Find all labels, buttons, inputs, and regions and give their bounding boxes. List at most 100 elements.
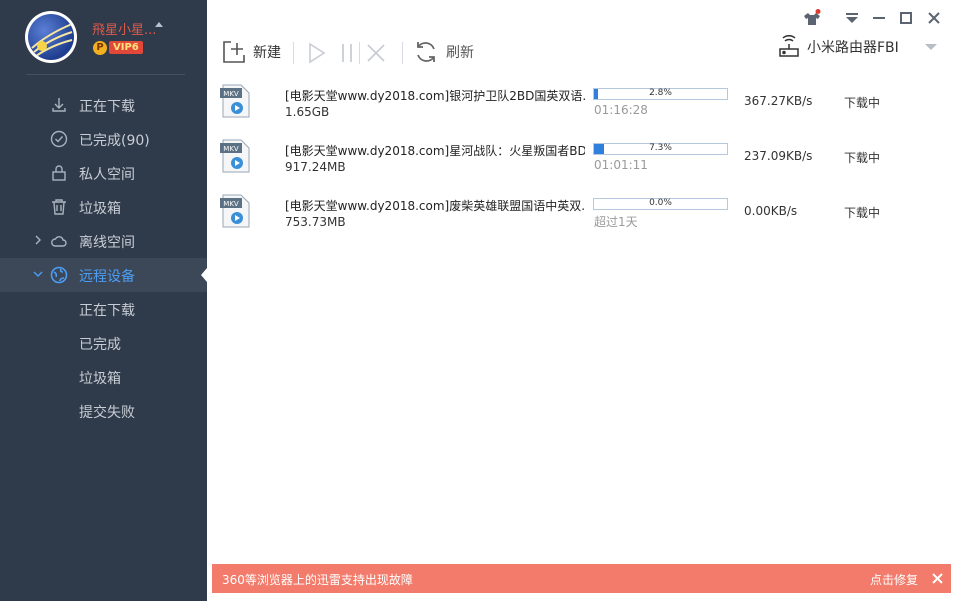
sidebar-item-label: 已完成(90)	[79, 133, 150, 149]
avatar[interactable]	[25, 11, 77, 63]
progress-bar: 7.3%	[593, 143, 728, 155]
close-icon	[928, 12, 940, 24]
skin-button[interactable]	[803, 9, 821, 27]
download-row[interactable]: MKV [电影天堂www.dy2018.com]星河战队：火星叛国者BD... …	[207, 129, 955, 184]
check-circle-icon	[50, 130, 68, 148]
remote-subitem-label: 正在下载	[79, 303, 135, 319]
toolbar-divider	[359, 42, 360, 64]
file-name: [电影天堂www.dy2018.com]废柴英雄联盟国语中英双...	[285, 199, 585, 213]
progress-bar: 2.8%	[593, 88, 728, 100]
file-size: 917.24MB	[285, 160, 346, 174]
trash-icon	[52, 199, 66, 215]
sidebar-item-remote-devices[interactable]: 远程设备	[0, 258, 207, 292]
user-profile: 飛星小星... P VIP6	[0, 0, 207, 74]
sidebar: 飛星小星... P VIP6 正在下载 已完成(90) 私人空间 垃圾箱 离线空…	[0, 0, 207, 601]
shirt-icon	[804, 9, 821, 25]
file-size: 1.65GB	[285, 105, 330, 119]
toolbar-divider	[293, 42, 294, 64]
start-button[interactable]	[307, 42, 327, 64]
pause-icon	[342, 44, 352, 62]
cloud-icon	[51, 236, 67, 247]
sidebar-item-private-space[interactable]: 私人空间	[0, 156, 207, 190]
delete-x-icon	[367, 44, 385, 62]
download-speed: 367.27KB/s	[744, 94, 813, 108]
mkv-file-icon: MKV	[220, 139, 250, 173]
lock-icon	[52, 165, 66, 181]
download-speed: 0.00KB/s	[744, 204, 798, 218]
vip-level: VIP6	[109, 41, 143, 54]
minimize-button[interactable]	[870, 9, 888, 27]
device-dropdown-icon[interactable]	[925, 44, 937, 50]
remote-subitem-label: 已完成	[79, 337, 121, 353]
download-icon	[52, 98, 66, 112]
toolbar: 新建 刷新 小米路由器FBI	[207, 0, 955, 74]
notification-message: 360等浏览器上的迅雷支持出现故障	[222, 573, 413, 587]
mkv-file-icon: MKV	[220, 194, 250, 228]
toolbar-divider	[402, 42, 403, 64]
play-icon	[309, 42, 326, 64]
new-task-icon	[223, 41, 245, 63]
progress-text: 0.0%	[649, 198, 672, 208]
sidebar-item-label: 私人空间	[79, 167, 135, 183]
new-task-label: 新建	[253, 45, 281, 61]
refresh-label: 刷新	[446, 45, 474, 61]
close-icon[interactable]	[931, 572, 944, 585]
active-pointer	[201, 268, 207, 282]
device-name: 小米路由器FBI	[807, 40, 899, 56]
download-speed: 237.09KB/s	[744, 149, 813, 163]
notification-banner: 360等浏览器上的迅雷支持出现故障 点击修复	[212, 564, 951, 593]
download-status: 下载中	[844, 96, 881, 110]
download-status: 下载中	[844, 151, 881, 165]
menu-down-icon	[846, 13, 858, 23]
time-remaining: 超过1天	[594, 215, 638, 229]
download-row[interactable]: MKV [电影天堂www.dy2018.com]银河护卫队2BD国英双语... …	[207, 74, 955, 129]
divider	[26, 74, 185, 75]
file-name: [电影天堂www.dy2018.com]星河战队：火星叛国者BD...	[285, 144, 585, 158]
svg-text:MKV: MKV	[223, 145, 239, 153]
fix-link[interactable]: 点击修复	[870, 571, 918, 588]
progress-bar: 0.0%	[593, 198, 728, 210]
refresh-button[interactable]: 刷新	[414, 40, 474, 64]
sidebar-item-downloading[interactable]: 正在下载	[0, 88, 207, 122]
progress-text: 7.3%	[649, 143, 672, 153]
maximize-button[interactable]	[897, 9, 915, 27]
sidebar-item-completed[interactable]: 已完成(90)	[0, 122, 207, 156]
close-button[interactable]	[925, 9, 943, 27]
sidebar-item-trash[interactable]: 垃圾箱	[0, 190, 207, 224]
device-selector[interactable]: 小米路由器FBI	[777, 35, 899, 59]
svg-text:MKV: MKV	[223, 90, 239, 98]
globe-icon	[50, 266, 68, 284]
sidebar-item-label: 远程设备	[79, 269, 135, 285]
sidebar-item-offline-space[interactable]: 离线空间	[0, 224, 207, 258]
remote-subitem-label: 提交失败	[79, 405, 135, 421]
sidebar-item-label: 离线空间	[79, 235, 135, 251]
user-menu-caret-icon[interactable]	[155, 22, 163, 27]
chevron-down-icon[interactable]	[33, 269, 43, 279]
new-task-button[interactable]: 新建	[223, 40, 281, 64]
maximize-icon	[900, 12, 912, 24]
vip-p-icon: P	[93, 40, 107, 55]
remote-subitem-completed[interactable]: 已完成	[0, 326, 207, 360]
time-remaining: 01:16:28	[594, 103, 648, 117]
pause-button[interactable]	[340, 42, 354, 64]
file-name: [电影天堂www.dy2018.com]银河护卫队2BD国英双语...	[285, 89, 585, 103]
username[interactable]: 飛星小星...	[92, 19, 156, 38]
remote-subitem-downloading[interactable]: 正在下载	[0, 292, 207, 326]
refresh-icon	[417, 42, 435, 62]
remote-subitem-trash[interactable]: 垃圾箱	[0, 360, 207, 394]
download-row[interactable]: MKV [电影天堂www.dy2018.com]废柴英雄联盟国语中英双... 7…	[207, 184, 955, 239]
download-status: 下载中	[844, 206, 881, 220]
vip-badge[interactable]: P VIP6	[93, 40, 143, 55]
router-icon	[779, 35, 799, 57]
remote-subitem-label: 垃圾箱	[79, 371, 121, 387]
main-menu-button[interactable]	[843, 9, 861, 27]
chevron-right-icon[interactable]	[33, 235, 43, 245]
delete-button[interactable]	[366, 43, 386, 63]
progress-text: 2.8%	[649, 88, 672, 98]
svg-text:MKV: MKV	[223, 200, 239, 208]
minimize-icon	[873, 17, 885, 19]
remote-subitem-failed[interactable]: 提交失败	[0, 394, 207, 428]
time-remaining: 01:01:11	[594, 158, 648, 172]
sidebar-item-label: 垃圾箱	[79, 201, 121, 217]
sidebar-item-label: 正在下载	[79, 99, 135, 115]
